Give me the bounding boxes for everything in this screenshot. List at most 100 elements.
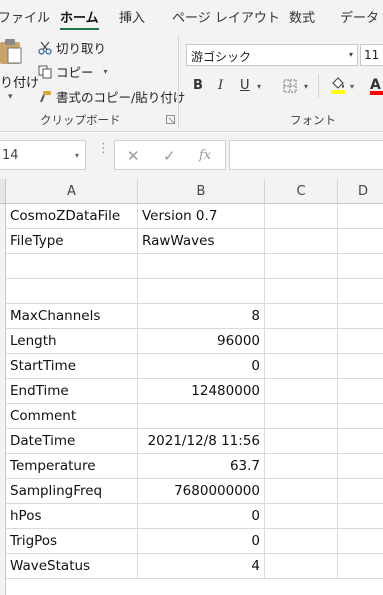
cell-c[interactable] <box>265 379 338 404</box>
column-header-c[interactable]: C <box>265 179 338 204</box>
cell-d[interactable] <box>338 254 383 279</box>
underline-dropdown-icon[interactable]: ▾ <box>257 82 261 91</box>
resize-handle-icon[interactable]: ⋮ <box>97 142 110 155</box>
cell-c[interactable] <box>265 229 338 254</box>
tab-home[interactable]: ホーム <box>60 7 99 31</box>
name-box[interactable]: 14 ▾ <box>0 140 86 170</box>
tab-data[interactable]: データ <box>340 7 379 26</box>
fill-color-dropdown-icon[interactable]: ▾ <box>350 82 354 91</box>
cell-d[interactable] <box>338 279 383 304</box>
cell-b[interactable] <box>138 254 265 279</box>
cell-a[interactable]: hPos <box>6 504 138 529</box>
cell-c[interactable] <box>265 279 338 304</box>
cell-c[interactable] <box>265 354 338 379</box>
format-painter-button[interactable]: 書式のコピー/貼り付け <box>38 87 185 106</box>
cell-d[interactable] <box>338 429 383 454</box>
borders-icon[interactable] <box>283 79 297 93</box>
cell-a[interactable]: Temperature <box>6 454 138 479</box>
cell-b[interactable]: 2021/12/8 11:56 <box>138 429 265 454</box>
tab-insert[interactable]: 挿入 <box>119 7 145 26</box>
font-group-label: フォント <box>290 113 336 127</box>
insert-function-icon[interactable]: fx <box>199 148 211 163</box>
cell-a[interactable]: CosmoZDataFile <box>6 204 138 229</box>
cell-b[interactable]: 96000 <box>138 329 265 354</box>
cell-d[interactable] <box>338 304 383 329</box>
cell-a[interactable] <box>6 279 138 304</box>
cell-c[interactable] <box>265 404 338 429</box>
tab-file[interactable]: ファイル <box>0 7 50 26</box>
cell-b[interactable]: 8 <box>138 304 265 329</box>
cell-a[interactable]: EndTime <box>6 379 138 404</box>
cell-a[interactable] <box>6 254 138 279</box>
cell-c[interactable] <box>265 329 338 354</box>
cell-d[interactable] <box>338 354 383 379</box>
cell-b[interactable]: 12480000 <box>138 379 265 404</box>
font-color-button[interactable]: A <box>370 74 383 96</box>
cell-a[interactable]: Length <box>6 329 138 354</box>
cell-c[interactable] <box>265 304 338 329</box>
cell-a[interactable]: Comment <box>6 404 138 429</box>
font-name-value: 游ゴシック <box>191 50 252 64</box>
cancel-icon[interactable]: ✕ <box>127 147 140 165</box>
font-size-select[interactable]: 11 <box>360 44 383 66</box>
cell-b[interactable]: 4 <box>138 554 265 579</box>
paste-icon[interactable] <box>0 38 22 66</box>
cell-a[interactable]: SamplingFreq <box>6 479 138 504</box>
cell-d[interactable] <box>338 554 383 579</box>
paste-dropdown-icon[interactable]: ▾ <box>8 92 13 102</box>
font-name-select[interactable]: 游ゴシック ▾ <box>186 44 358 66</box>
cell-c[interactable] <box>265 454 338 479</box>
cell-c[interactable] <box>265 254 338 279</box>
column-header-a[interactable]: A <box>6 179 138 204</box>
table-row: StartTime 0 <box>6 354 383 379</box>
cell-d[interactable] <box>338 504 383 529</box>
table-row <box>6 254 383 279</box>
cell-d[interactable] <box>338 529 383 554</box>
cell-d[interactable] <box>338 229 383 254</box>
cell-b[interactable] <box>138 279 265 304</box>
cell-c[interactable] <box>265 429 338 454</box>
cell-c[interactable] <box>265 204 338 229</box>
formula-input[interactable] <box>229 140 383 170</box>
dialog-launcher-icon[interactable] <box>166 115 175 124</box>
cell-d[interactable] <box>338 454 383 479</box>
cell-a[interactable]: DateTime <box>6 429 138 454</box>
enter-icon[interactable]: ✓ <box>163 147 176 165</box>
copy-dropdown-icon[interactable]: ▾ <box>104 67 108 76</box>
cell-b[interactable]: 7680000000 <box>138 479 265 504</box>
cell-d[interactable] <box>338 329 383 354</box>
tab-page-layout[interactable]: ページ レイアウト <box>172 7 280 26</box>
cell-a[interactable]: WaveStatus <box>6 554 138 579</box>
column-header-b[interactable]: B <box>138 179 265 204</box>
underline-button[interactable]: U <box>240 78 250 93</box>
cell-d[interactable] <box>338 204 383 229</box>
tab-formulas[interactable]: 数式 <box>289 7 315 26</box>
cell-a[interactable]: MaxChannels <box>6 304 138 329</box>
cell-c[interactable] <box>265 504 338 529</box>
paste-button[interactable]: り付け <box>0 72 39 91</box>
bold-button[interactable]: B <box>193 78 203 93</box>
fill-color-icon[interactable] <box>330 75 346 95</box>
italic-button[interactable]: I <box>218 78 223 93</box>
cell-c[interactable] <box>265 529 338 554</box>
cell-a[interactable]: StartTime <box>6 354 138 379</box>
cell-c[interactable] <box>265 554 338 579</box>
cell-b[interactable]: RawWaves <box>138 229 265 254</box>
cell-b[interactable] <box>138 404 265 429</box>
cell-d[interactable] <box>338 404 383 429</box>
cell-d[interactable] <box>338 479 383 504</box>
cell-c[interactable] <box>265 479 338 504</box>
cut-button[interactable]: 切り取り <box>38 38 106 57</box>
chevron-down-icon: ▾ <box>348 50 353 59</box>
cell-b[interactable]: 0 <box>138 529 265 554</box>
cell-a[interactable]: FileType <box>6 229 138 254</box>
cell-b[interactable]: Version 0.7 <box>138 204 265 229</box>
cell-a[interactable]: TrigPos <box>6 529 138 554</box>
cell-b[interactable]: 63.7 <box>138 454 265 479</box>
copy-button[interactable]: コピー ▾ <box>38 62 108 81</box>
cell-d[interactable] <box>338 379 383 404</box>
column-header-d[interactable]: D <box>338 179 383 204</box>
borders-dropdown-icon[interactable]: ▾ <box>304 82 308 91</box>
cell-b[interactable]: 0 <box>138 504 265 529</box>
cell-b[interactable]: 0 <box>138 354 265 379</box>
